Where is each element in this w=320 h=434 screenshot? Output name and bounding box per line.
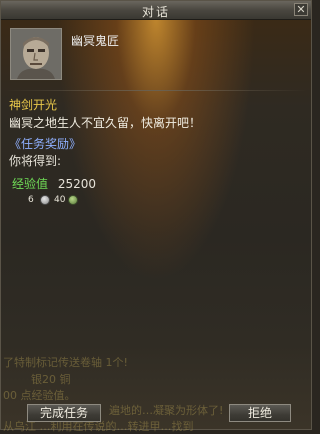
background-chat-line: 了特制标记传送卷轴 1个! <box>3 356 128 369</box>
npc-portrait <box>10 28 62 80</box>
exp-label: 经验值 <box>12 177 49 191</box>
silver-coin-icon <box>40 195 50 205</box>
window-title: 对话 <box>141 5 170 19</box>
exp-value: 25200 <box>57 177 97 191</box>
npc-dialogue: 幽冥之地生人不宜久留，快离开吧！ <box>9 116 202 130</box>
silver-amount: 40 <box>54 195 66 205</box>
npc-face-icon <box>11 29 61 79</box>
reward-intro: 你将得到: <box>9 154 62 168</box>
divider <box>5 90 307 91</box>
close-icon[interactable]: ✕ <box>294 3 308 16</box>
quest-title: 神剑开光 <box>9 98 58 112</box>
reward-header: 《任务奖励》 <box>9 137 82 151</box>
background-chat-line: 银20 铜 <box>31 373 71 386</box>
background-chat-line: 00 点经验值。 <box>3 389 76 402</box>
background-chat-line: 遍地的…凝聚为形体了! <box>109 404 224 417</box>
green-coin-icon <box>68 195 78 205</box>
complete-quest-button[interactable]: 完成任务 <box>27 404 101 422</box>
dialog-window: 对话 ✕ 幽冥鬼匠 神剑开光 幽冥之地生人不宜久留，快离开吧！ 《任务奖励》 你… <box>0 0 312 433</box>
exp-row: 经验值 25200 <box>12 175 96 192</box>
npc-name: 幽冥鬼匠 <box>71 34 120 48</box>
gold-amount: 6 <box>28 195 34 205</box>
title-bar[interactable]: 对话 ✕ <box>1 1 311 20</box>
reject-button[interactable]: 拒绝 <box>229 404 291 422</box>
